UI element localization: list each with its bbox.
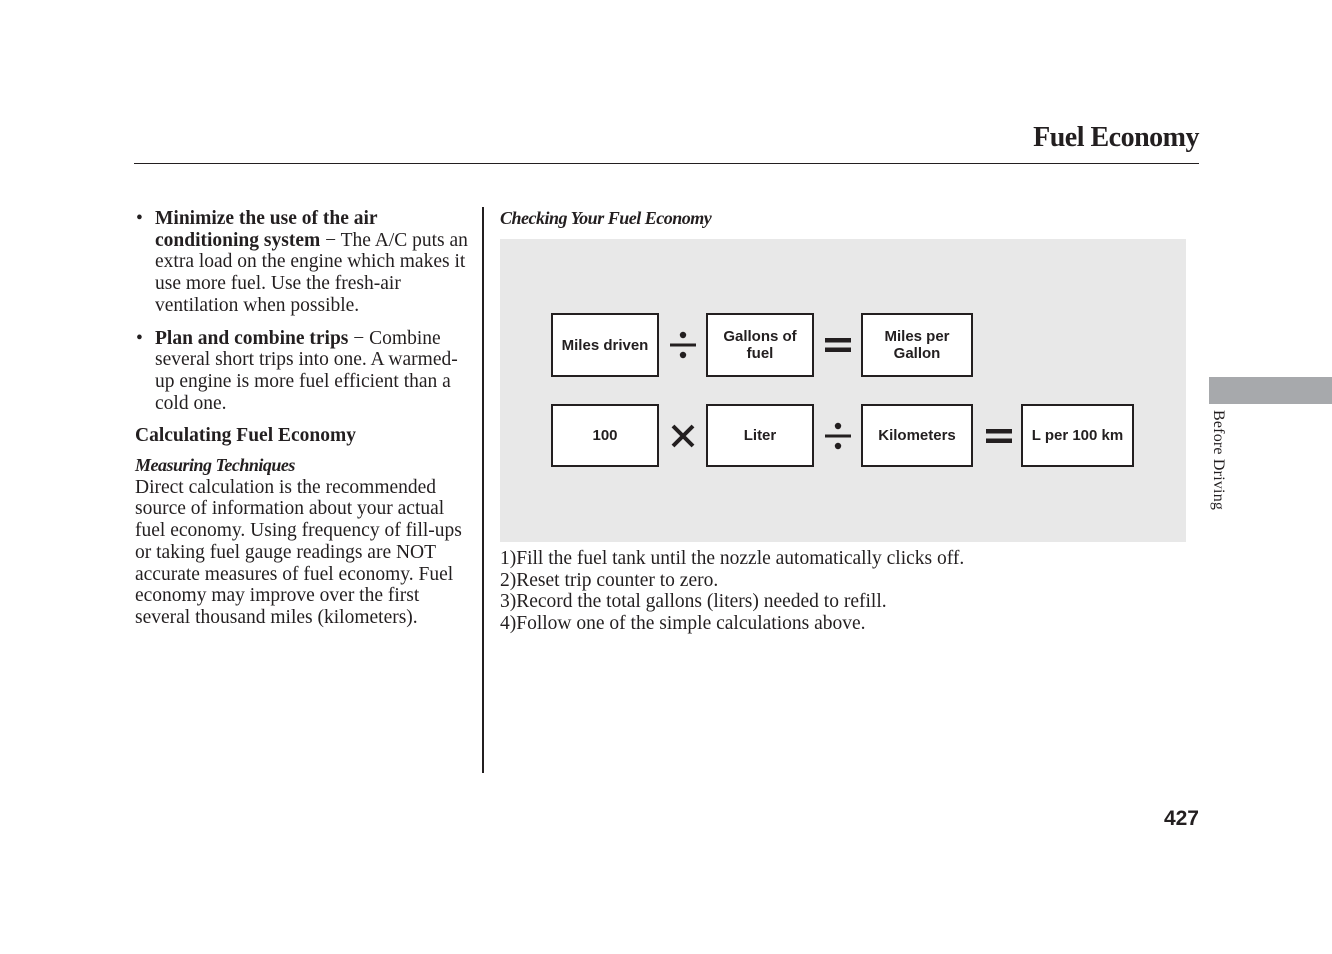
steps-list: 1)Fill the fuel tank until the nozzle au…: [500, 548, 964, 635]
fuel-calculation-diagram: Miles driven Gallons of fuel Miles per G…: [500, 239, 1186, 542]
box-miles-driven: Miles driven: [551, 313, 659, 377]
divide-icon: [668, 330, 698, 360]
box-liters-per-100km: L per 100 km: [1021, 404, 1134, 467]
bullet-icon: •: [136, 327, 143, 349]
tip-title: Plan and combine trips: [155, 327, 349, 349]
step-item: 3)Record the total gallons (liters) need…: [500, 591, 887, 613]
step-item: 4)Follow one of the simple calculations …: [500, 613, 866, 635]
tip-air-conditioning: • Minimize the use of the air conditioni…: [135, 208, 470, 317]
subheading: Measuring Techniques: [135, 455, 295, 476]
page-number: 427: [1163, 807, 1199, 830]
section-heading: Calculating Fuel Economy: [135, 425, 357, 447]
bullet-icon: •: [136, 208, 143, 229]
tip-separator: −: [325, 229, 337, 251]
title-rule: [134, 163, 1199, 164]
left-column: • Minimize the use of the air conditioni…: [135, 208, 470, 629]
equals-icon: [823, 330, 853, 360]
box-miles-per-gallon: Miles per Gallon: [861, 313, 973, 377]
tip-combine-trips: • Plan and combine trips − Combine sever…: [135, 328, 470, 415]
column-divider: [482, 207, 484, 773]
step-item: 2)Reset trip counter to zero.: [500, 569, 719, 591]
section-tab-marker: [1209, 377, 1332, 404]
box-liter: Liter: [706, 404, 814, 467]
step-item: 1)Fill the fuel tank until the nozzle au…: [500, 548, 965, 569]
measuring-paragraph: Direct calculation is the recommended so…: [135, 476, 462, 628]
diagram-heading: Checking Your Fuel Economy: [500, 208, 712, 228]
box-gallons-of-fuel: Gallons of fuel: [706, 313, 814, 377]
multiply-icon: [668, 421, 698, 451]
divide-icon: [823, 421, 853, 451]
box-kilometers: Kilometers: [861, 404, 973, 467]
box-100: 100: [551, 404, 659, 467]
section-tab-label: Before Driving: [1210, 410, 1227, 511]
tip-separator: −: [353, 327, 365, 349]
equals-icon: [984, 421, 1014, 451]
page-title: Fuel Economy: [1033, 122, 1199, 153]
